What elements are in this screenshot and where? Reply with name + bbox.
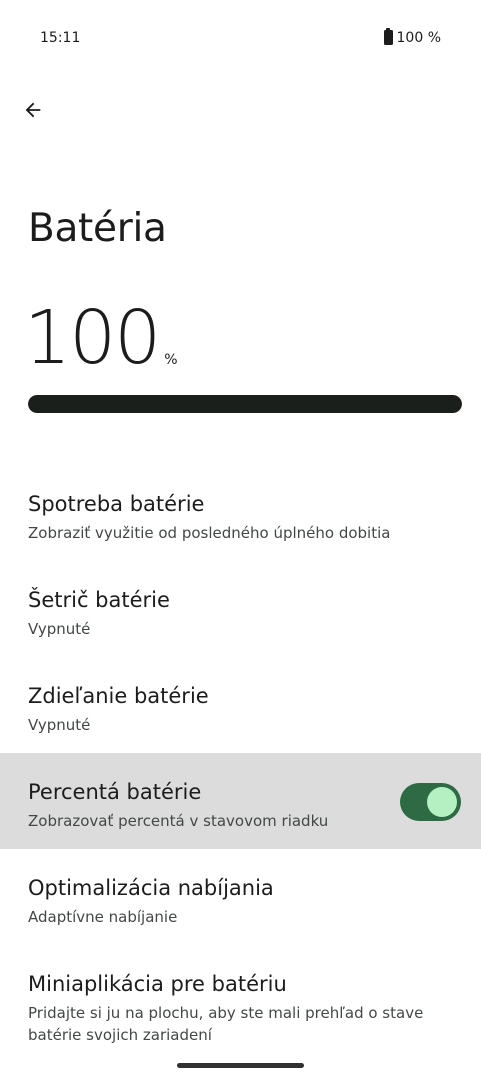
settings-list: Spotreba batérie Zobraziť využitie od po… — [0, 465, 481, 1055]
arrow-back-icon — [25, 102, 41, 118]
gesture-nav-handle[interactable] — [177, 1063, 304, 1068]
battery-level: 100 % — [24, 293, 178, 383]
setting-summary: Pridajte si ju na plochu, aby ste mali p… — [28, 1004, 424, 1044]
battery-level-fill — [28, 395, 462, 413]
setting-battery-widget[interactable]: Miniaplikácia pre batériu Pridajte si ju… — [0, 945, 481, 1055]
setting-title: Percentá batérie — [28, 780, 202, 804]
battery-full-icon — [383, 27, 393, 45]
battery-level-unit: % — [164, 352, 178, 368]
setting-title: Zdieľanie batérie — [28, 684, 209, 708]
setting-summary: Adaptívne nabíjanie — [28, 908, 178, 926]
status-time: 15:11 — [40, 30, 81, 46]
setting-title: Miniaplikácia pre batériu — [28, 972, 287, 996]
back-button[interactable] — [14, 91, 52, 129]
setting-battery-percentage[interactable]: Percentá batérie Zobrazovať percentá v s… — [0, 753, 481, 849]
battery-percentage-toggle[interactable] — [400, 783, 461, 821]
setting-battery-share[interactable]: Zdieľanie batérie Vypnuté — [0, 657, 481, 753]
status-bar: 15:11 100 % — [0, 0, 481, 78]
setting-battery-usage[interactable]: Spotreba batérie Zobraziť využitie od po… — [0, 465, 481, 561]
battery-level-value: 100 — [24, 295, 161, 381]
status-battery-text: 100 % — [396, 30, 441, 46]
setting-title: Šetrič batérie — [28, 588, 170, 612]
setting-summary: Vypnuté — [28, 620, 91, 638]
setting-title: Spotreba batérie — [28, 492, 205, 516]
setting-title: Optimalizácia nabíjania — [28, 876, 274, 900]
setting-charging-optimization[interactable]: Optimalizácia nabíjania Adaptívne nabíja… — [0, 849, 481, 945]
setting-summary: Vypnuté — [28, 716, 91, 734]
setting-summary: Zobraziť využitie od posledného úplného … — [28, 524, 391, 542]
setting-summary: Zobrazovať percentá v stavovom riadku — [28, 812, 329, 830]
status-battery: 100 % — [383, 27, 441, 46]
battery-level-bar — [28, 395, 462, 413]
setting-battery-saver[interactable]: Šetrič batérie Vypnuté — [0, 561, 481, 657]
toggle-thumb — [427, 787, 457, 817]
page-title: Batéria — [28, 206, 167, 251]
